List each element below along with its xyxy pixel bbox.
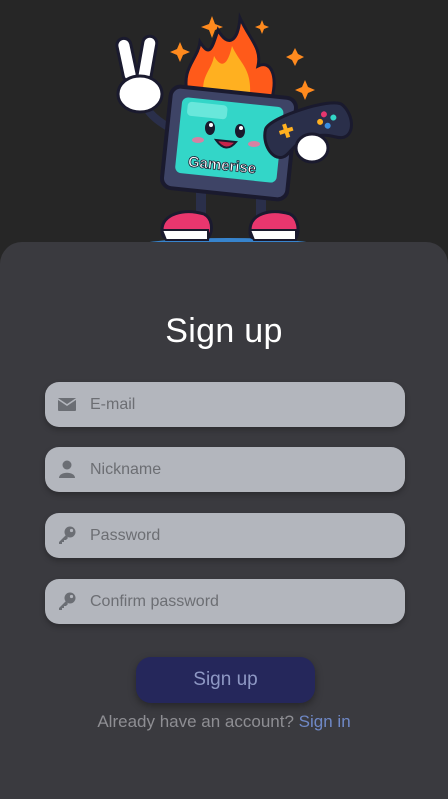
signup-button[interactable]: Sign up [136,657,315,703]
key-icon [59,592,76,610]
confirm-password-input[interactable] [90,579,390,624]
nickname-field [45,447,405,492]
password-input[interactable] [90,513,390,558]
mascot-illustration: Gamerise [115,12,353,254]
email-input[interactable] [90,382,390,427]
key-icon [59,526,76,544]
user-icon [59,460,75,478]
signin-link[interactable]: Sign in [299,712,351,731]
password-field [45,513,405,558]
signin-prompt: Already have an account? Sign in [0,712,448,732]
nickname-input[interactable] [90,447,390,492]
page-title: Sign up [165,312,283,350]
confirm-password-field [45,579,405,624]
envelope-icon [57,398,77,411]
account-prompt-text: Already have an account? [97,712,294,731]
email-field [45,382,405,427]
